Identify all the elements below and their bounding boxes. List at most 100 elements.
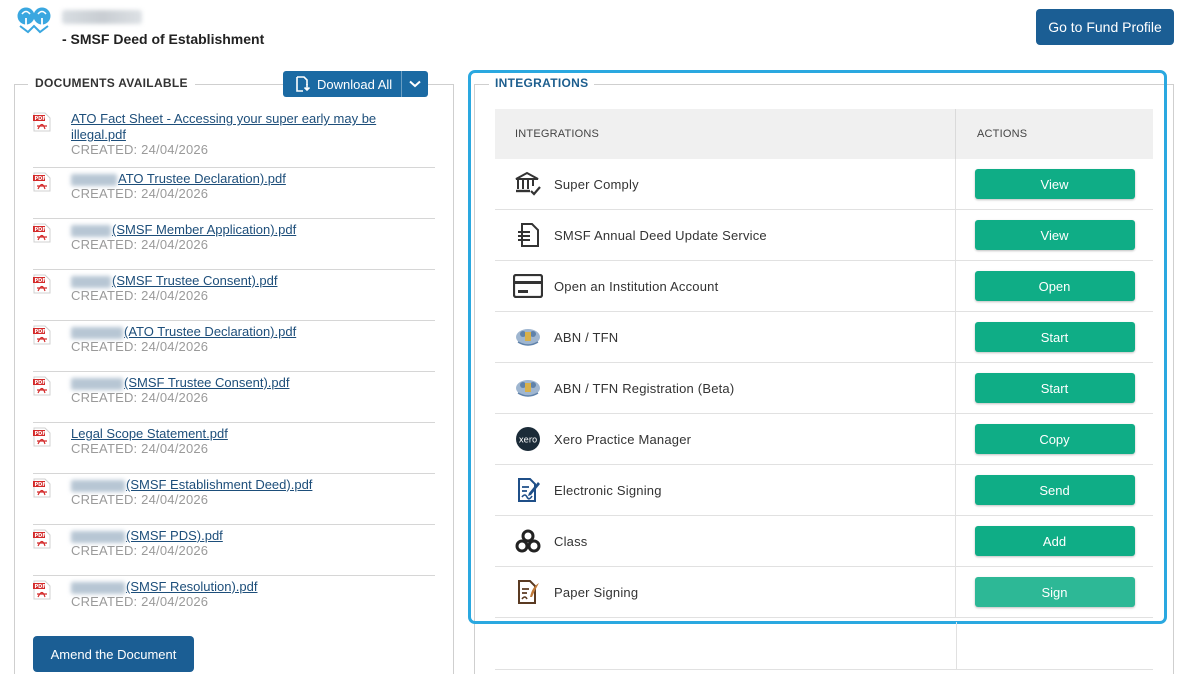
integration-cell: SMSF Annual Deed Update Service (495, 210, 956, 260)
document-icon (513, 220, 543, 250)
amend-document-button[interactable]: Amend the Document (33, 636, 194, 672)
download-all-button[interactable]: Download All (283, 71, 428, 97)
document-item: PDF ATO Trustee Declaration).pdf CREATED: … (33, 168, 435, 219)
document-name: (ATO Trustee Declaration).pdf (124, 324, 297, 339)
document-created-date: CREATED: 24/04/2026 (71, 237, 209, 252)
integration-cell: Class (495, 516, 956, 566)
integration-name: Paper Signing (554, 584, 639, 600)
integration-action-button[interactable]: Start (974, 373, 1135, 403)
document-name: (SMSF Establishment Deed).pdf (126, 477, 313, 492)
document-link[interactable]: (SMSF Establishment Deed).pdf (71, 477, 411, 493)
action-cell: Open (956, 261, 1153, 311)
integration-name: ABN / TFN Registration (Beta) (554, 380, 735, 396)
document-link[interactable]: ATO Trustee Declaration).pdf (71, 171, 411, 187)
integration-action-button[interactable]: Start (974, 322, 1135, 352)
document-list: PDF ATO Fact Sheet - Accessing your super… (33, 108, 435, 627)
download-file-icon (296, 76, 311, 92)
document-created-date: CREATED: 24/04/2026 (71, 390, 209, 405)
redacted-name-prefix (71, 224, 111, 237)
document-name: ATO Trustee Declaration).pdf (118, 171, 286, 186)
svg-text:xero: xero (519, 436, 538, 446)
integration-action-button[interactable]: Add (974, 526, 1135, 556)
integration-name: Electronic Signing (554, 482, 662, 498)
action-cell: Start (956, 312, 1153, 362)
document-link[interactable]: Legal Scope Statement.pdf (71, 426, 411, 442)
pdf-file-icon: PDF (33, 580, 51, 600)
document-name: (SMSF Member Application).pdf (112, 222, 297, 237)
pdf-file-icon: PDF (33, 529, 51, 549)
svg-text:PDF: PDF (35, 584, 46, 590)
redacted-name-prefix (71, 326, 123, 339)
document-item: PDF (SMSF Resolution).pdf CREATED: 24/04/2… (33, 576, 435, 627)
integration-name: Xero Practice Manager (554, 431, 692, 447)
integration-name: Class (554, 533, 588, 549)
svg-text:PDF: PDF (35, 329, 46, 335)
redacted-name-prefix (71, 275, 111, 288)
integration-row: xero Xero Practice Manager Copy (495, 414, 1153, 465)
integration-cell: Paper Signing (495, 567, 956, 617)
action-cell: View (956, 210, 1153, 260)
document-link[interactable]: (SMSF Member Application).pdf (71, 222, 411, 238)
pdf-file-icon: PDF (33, 478, 51, 498)
integration-action-button[interactable]: Sign (974, 577, 1135, 607)
app-logo-icon (17, 7, 51, 34)
integration-cell: ABN / TFN (495, 312, 956, 362)
document-name: Legal Scope Statement.pdf (71, 426, 228, 441)
document-link[interactable]: (ATO Trustee Declaration).pdf (71, 324, 411, 340)
integration-action-button[interactable]: View (974, 169, 1135, 199)
integration-row: Class Add (495, 516, 1153, 567)
svg-text:PDF: PDF (35, 431, 46, 437)
document-item: PDF (SMSF PDS).pdf CREATED: 24/04/2026 (33, 525, 435, 576)
document-created-date: CREATED: 24/04/2026 (71, 492, 209, 507)
card-icon (513, 271, 543, 301)
integration-name: Open an Institution Account (554, 278, 719, 294)
integration-row: Paper Signing Sign (495, 567, 1153, 618)
document-item: PDF ATO Fact Sheet - Accessing your super… (33, 108, 435, 168)
class-logo-icon (513, 526, 543, 556)
integration-action-button[interactable]: Send (974, 475, 1135, 505)
integration-cell: xero Xero Practice Manager (495, 414, 956, 464)
download-options-chevron-icon[interactable] (402, 80, 428, 88)
document-link[interactable]: (SMSF Trustee Consent).pdf (71, 273, 411, 289)
documents-legend: DOCUMENTS AVAILABLE (28, 76, 195, 90)
document-link[interactable]: (SMSF PDS).pdf (71, 528, 411, 544)
e-sign-icon (513, 475, 543, 505)
integrations-legend: INTEGRATIONS (489, 76, 595, 90)
document-created-date: CREATED: 24/04/2026 (71, 594, 209, 609)
pdf-file-icon: PDF (33, 274, 51, 294)
action-cell: View (956, 159, 1153, 209)
xero-icon: xero (513, 424, 543, 454)
svg-text:PDF: PDF (35, 227, 46, 233)
integration-action-button[interactable]: View (974, 220, 1135, 250)
redacted-name-prefix (71, 173, 117, 186)
integration-action-button[interactable]: Copy (974, 424, 1135, 454)
integrations-table-empty-row (495, 622, 1153, 670)
document-name: (SMSF Resolution).pdf (126, 579, 258, 594)
document-created-date: CREATED: 24/04/2026 (71, 142, 209, 157)
pdf-file-icon: PDF (33, 172, 51, 192)
fund-name-redacted (62, 10, 142, 24)
action-cell: Copy (956, 414, 1153, 464)
document-name: (SMSF Trustee Consent).pdf (112, 273, 278, 288)
document-link[interactable]: (SMSF Resolution).pdf (71, 579, 411, 595)
integration-cell: Electronic Signing (495, 465, 956, 515)
document-item: PDF (SMSF Establishment Deed).pdf CREATED:… (33, 474, 435, 525)
document-item: PDF (SMSF Trustee Consent).pdf CREATED: 24… (33, 372, 435, 423)
pdf-file-icon: PDF (33, 376, 51, 396)
action-cell: Start (956, 363, 1153, 413)
integration-row: Open an Institution Account Open (495, 261, 1153, 312)
svg-text:PDF: PDF (35, 482, 46, 488)
coat-of-arms-icon (513, 322, 543, 352)
document-created-date: CREATED: 24/04/2026 (71, 441, 209, 456)
action-cell: Add (956, 516, 1153, 566)
integrations-table: INTEGRATIONS ACTIONS Super Comply View SMS… (495, 109, 1153, 618)
integration-row: Electronic Signing Send (495, 465, 1153, 516)
document-link[interactable]: ATO Fact Sheet - Accessing your super ea… (71, 111, 411, 143)
integration-row: Super Comply View (495, 159, 1153, 210)
integration-row: ABN / TFN Start (495, 312, 1153, 363)
document-link[interactable]: (SMSF Trustee Consent).pdf (71, 375, 411, 391)
redacted-name-prefix (71, 377, 123, 390)
document-created-date: CREATED: 24/04/2026 (71, 288, 209, 303)
go-to-fund-profile-button[interactable]: Go to Fund Profile (1036, 9, 1174, 45)
integration-action-button[interactable]: Open (974, 271, 1135, 301)
